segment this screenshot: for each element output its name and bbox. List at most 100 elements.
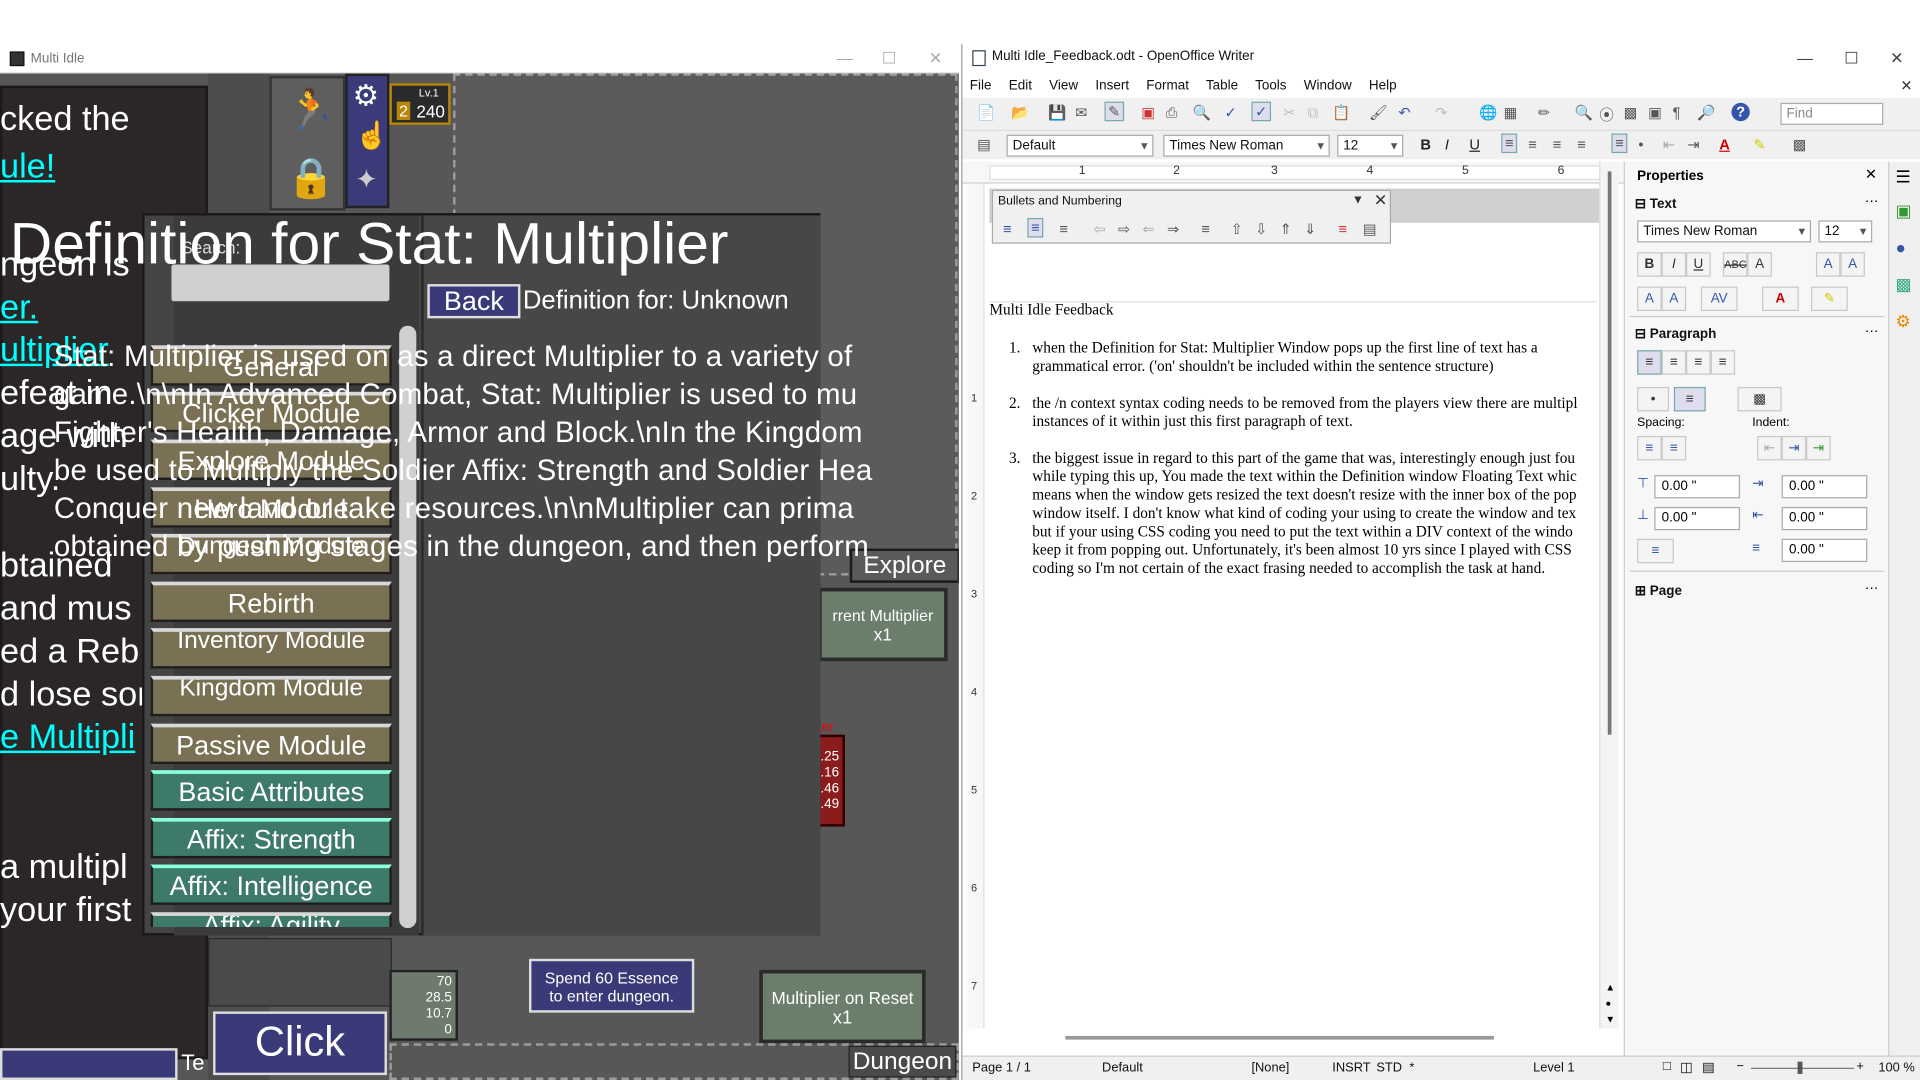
align-center-icon[interactable]: ≡ xyxy=(1528,136,1537,153)
gear-icon[interactable]: ⚙ xyxy=(353,78,379,114)
bullets-icon[interactable]: • xyxy=(1638,136,1643,153)
email-icon[interactable]: ✉ xyxy=(1075,104,1087,121)
more-options-icon[interactable]: ⋯ xyxy=(1865,193,1878,210)
move-down-sub-icon[interactable]: ⇓ xyxy=(1304,220,1316,237)
new-document-icon[interactable]: 📄 xyxy=(977,104,995,121)
move-up-sub-icon[interactable]: ⇑ xyxy=(1280,220,1292,237)
collapse-icon[interactable]: ⊟ xyxy=(1635,197,1646,212)
before-indent-input[interactable]: 0.00 " xyxy=(1781,475,1868,499)
multi-page-view-icon[interactable]: ◫ xyxy=(1680,1059,1693,1075)
dungeon-tab[interactable]: Dungeon xyxy=(848,1045,957,1078)
zoom-icon[interactable]: 🔎 xyxy=(1697,104,1715,121)
story-link[interactable]: ule! xyxy=(0,147,55,186)
justify-icon[interactable]: ≡ xyxy=(1577,136,1586,153)
menu-view[interactable]: View xyxy=(1049,78,1078,93)
story-link[interactable]: er. xyxy=(0,288,38,327)
increase-spacing-icon[interactable]: ≡ xyxy=(1637,435,1662,461)
no-list-icon[interactable]: ≡ xyxy=(1059,220,1068,237)
align-right-icon[interactable]: ≡ xyxy=(1553,136,1562,153)
sidebar-numbering-icon[interactable]: ≡ xyxy=(1673,386,1706,412)
promote-sub-icon[interactable]: ⇒ xyxy=(1167,220,1179,237)
module-button-inventory[interactable]: Inventory Module xyxy=(150,628,392,669)
click-button[interactable]: Click xyxy=(213,1011,387,1076)
styles-icon[interactable]: ▤ xyxy=(977,136,991,153)
decrease-font-icon[interactable]: A xyxy=(1840,252,1865,277)
close-icon[interactable]: ✕ xyxy=(1865,165,1877,182)
close-icon[interactable]: ✕ xyxy=(1374,191,1387,211)
navigator-icon[interactable]: ⦿ xyxy=(1599,104,1614,125)
module-button-affix-intelligence[interactable]: Affix: Intelligence xyxy=(150,864,392,905)
numbered-list-icon[interactable]: ≡ xyxy=(1027,217,1044,238)
sidebar-font-size[interactable]: 12 ▼ xyxy=(1818,220,1873,243)
copy-icon[interactable]: ⧉ xyxy=(1308,104,1319,122)
menu-insert[interactable]: Insert xyxy=(1095,78,1129,93)
scrollbar-thumb[interactable] xyxy=(1607,171,1612,735)
status-zoom[interactable]: 100 % xyxy=(1878,1060,1914,1075)
paste-icon[interactable]: 📋 xyxy=(1332,104,1350,121)
export-pdf-icon[interactable]: ▣ xyxy=(1141,104,1155,121)
sidebar-align-left-icon[interactable]: ≡ xyxy=(1637,350,1662,375)
formatting-marks-icon[interactable]: ¶ xyxy=(1673,104,1681,121)
demote-icon[interactable]: ⇦ xyxy=(1093,220,1105,237)
italic-icon[interactable]: I xyxy=(1445,136,1449,153)
hanging-indent-icon[interactable]: ⇥ xyxy=(1806,435,1831,461)
menu-file[interactable]: File xyxy=(970,78,992,93)
previous-page-icon[interactable]: ▲ xyxy=(1605,982,1615,993)
data-sources-icon[interactable]: ▣ xyxy=(1648,104,1662,121)
bottom-left-button[interactable] xyxy=(0,1048,178,1080)
menu-edit[interactable]: Edit xyxy=(1009,78,1032,93)
minimize-icon[interactable]: — xyxy=(823,44,867,73)
writer-titlebar[interactable]: Multi Idle_Feedback.odt - OpenOffice Wri… xyxy=(962,44,1920,74)
menu-help[interactable]: Help xyxy=(1369,78,1397,93)
bullets-options-icon[interactable]: ▤ xyxy=(1363,220,1377,237)
numbering-icon[interactable]: ≡ xyxy=(1611,133,1628,154)
hyperlink-icon[interactable]: 🌐 xyxy=(1479,104,1497,121)
sidebar-bullets-icon[interactable]: • xyxy=(1637,386,1669,412)
close-icon[interactable]: ✕ xyxy=(913,44,957,73)
increase-font-icon[interactable]: A xyxy=(1815,252,1841,277)
strikethrough-icon[interactable]: ABC xyxy=(1722,252,1748,277)
spellcheck-icon[interactable]: ✓ xyxy=(1225,104,1237,121)
vertical-ruler[interactable]: 1 2 3 4 5 6 7 xyxy=(967,183,985,1029)
navigation-icon[interactable]: ● xyxy=(1605,998,1611,1009)
zoom-slider-thumb[interactable] xyxy=(1797,1061,1803,1074)
module-button-passive[interactable]: Passive Module xyxy=(150,723,392,765)
story-link[interactable]: e Multipli xyxy=(0,718,135,756)
help-icon[interactable]: ? xyxy=(1731,102,1750,122)
sidebar-underline-icon[interactable]: U xyxy=(1686,252,1711,277)
increase-indent-icon[interactable]: ⇥ xyxy=(1781,435,1807,461)
font-size-select[interactable]: 12 ▼ xyxy=(1337,134,1404,157)
menu-window[interactable]: Window xyxy=(1304,78,1352,93)
after-indent-input[interactable]: 0.00 " xyxy=(1781,506,1868,531)
hand-click-icon[interactable]: ☝ xyxy=(355,120,389,152)
show-draw-functions-icon[interactable]: ✏ xyxy=(1538,104,1550,121)
decrease-indent-icon[interactable]: ⇤ xyxy=(1757,435,1782,461)
more-options-icon[interactable]: ⋯ xyxy=(1865,580,1878,597)
maximize-icon[interactable]: ☐ xyxy=(867,44,911,73)
font-name-select[interactable]: Times New Roman ▼ xyxy=(1163,134,1330,157)
book-view-icon[interactable]: ▤ xyxy=(1702,1059,1715,1075)
character-spacing-icon[interactable]: AV xyxy=(1700,286,1738,312)
more-options-icon[interactable]: ⋯ xyxy=(1865,323,1878,339)
restart-numbering-icon[interactable]: ≡ xyxy=(1338,220,1347,237)
subscript-icon[interactable]: A xyxy=(1661,286,1687,312)
sidebar-bold-icon[interactable]: B xyxy=(1637,252,1662,277)
open-icon[interactable]: 📂 xyxy=(1011,104,1029,121)
expand-icon[interactable]: ⊞ xyxy=(1635,584,1646,599)
decrease-indent-icon[interactable]: ⇤ xyxy=(1663,136,1675,153)
sidebar-justify-icon[interactable]: ≡ xyxy=(1710,350,1736,375)
sidebar-align-center-icon[interactable]: ≡ xyxy=(1661,350,1687,375)
move-down-icon[interactable]: ⇩ xyxy=(1255,220,1267,237)
table-icon[interactable]: ▦ xyxy=(1504,104,1518,121)
clone-formatting-icon[interactable]: 🖌 xyxy=(1369,104,1388,121)
below-spacing-input[interactable]: 0.00 " xyxy=(1654,506,1741,531)
close-document-icon[interactable]: ✕ xyxy=(1900,77,1912,94)
move-up-icon[interactable]: ⇧ xyxy=(1231,220,1243,237)
collapse-icon[interactable]: ⊟ xyxy=(1635,327,1646,342)
line-spacing-icon[interactable]: ≡ xyxy=(1637,538,1674,564)
enter-dungeon-button[interactable]: Spend 60 Essence to enter dungeon. xyxy=(528,958,695,1013)
game-titlebar[interactable]: Multi Idle — ☐ ✕ xyxy=(0,44,959,74)
module-button-rebirth[interactable]: Rebirth xyxy=(150,581,392,623)
cut-icon[interactable]: ✂ xyxy=(1283,104,1295,121)
sidebar-menu-icon[interactable]: ☰ xyxy=(1896,167,1911,188)
